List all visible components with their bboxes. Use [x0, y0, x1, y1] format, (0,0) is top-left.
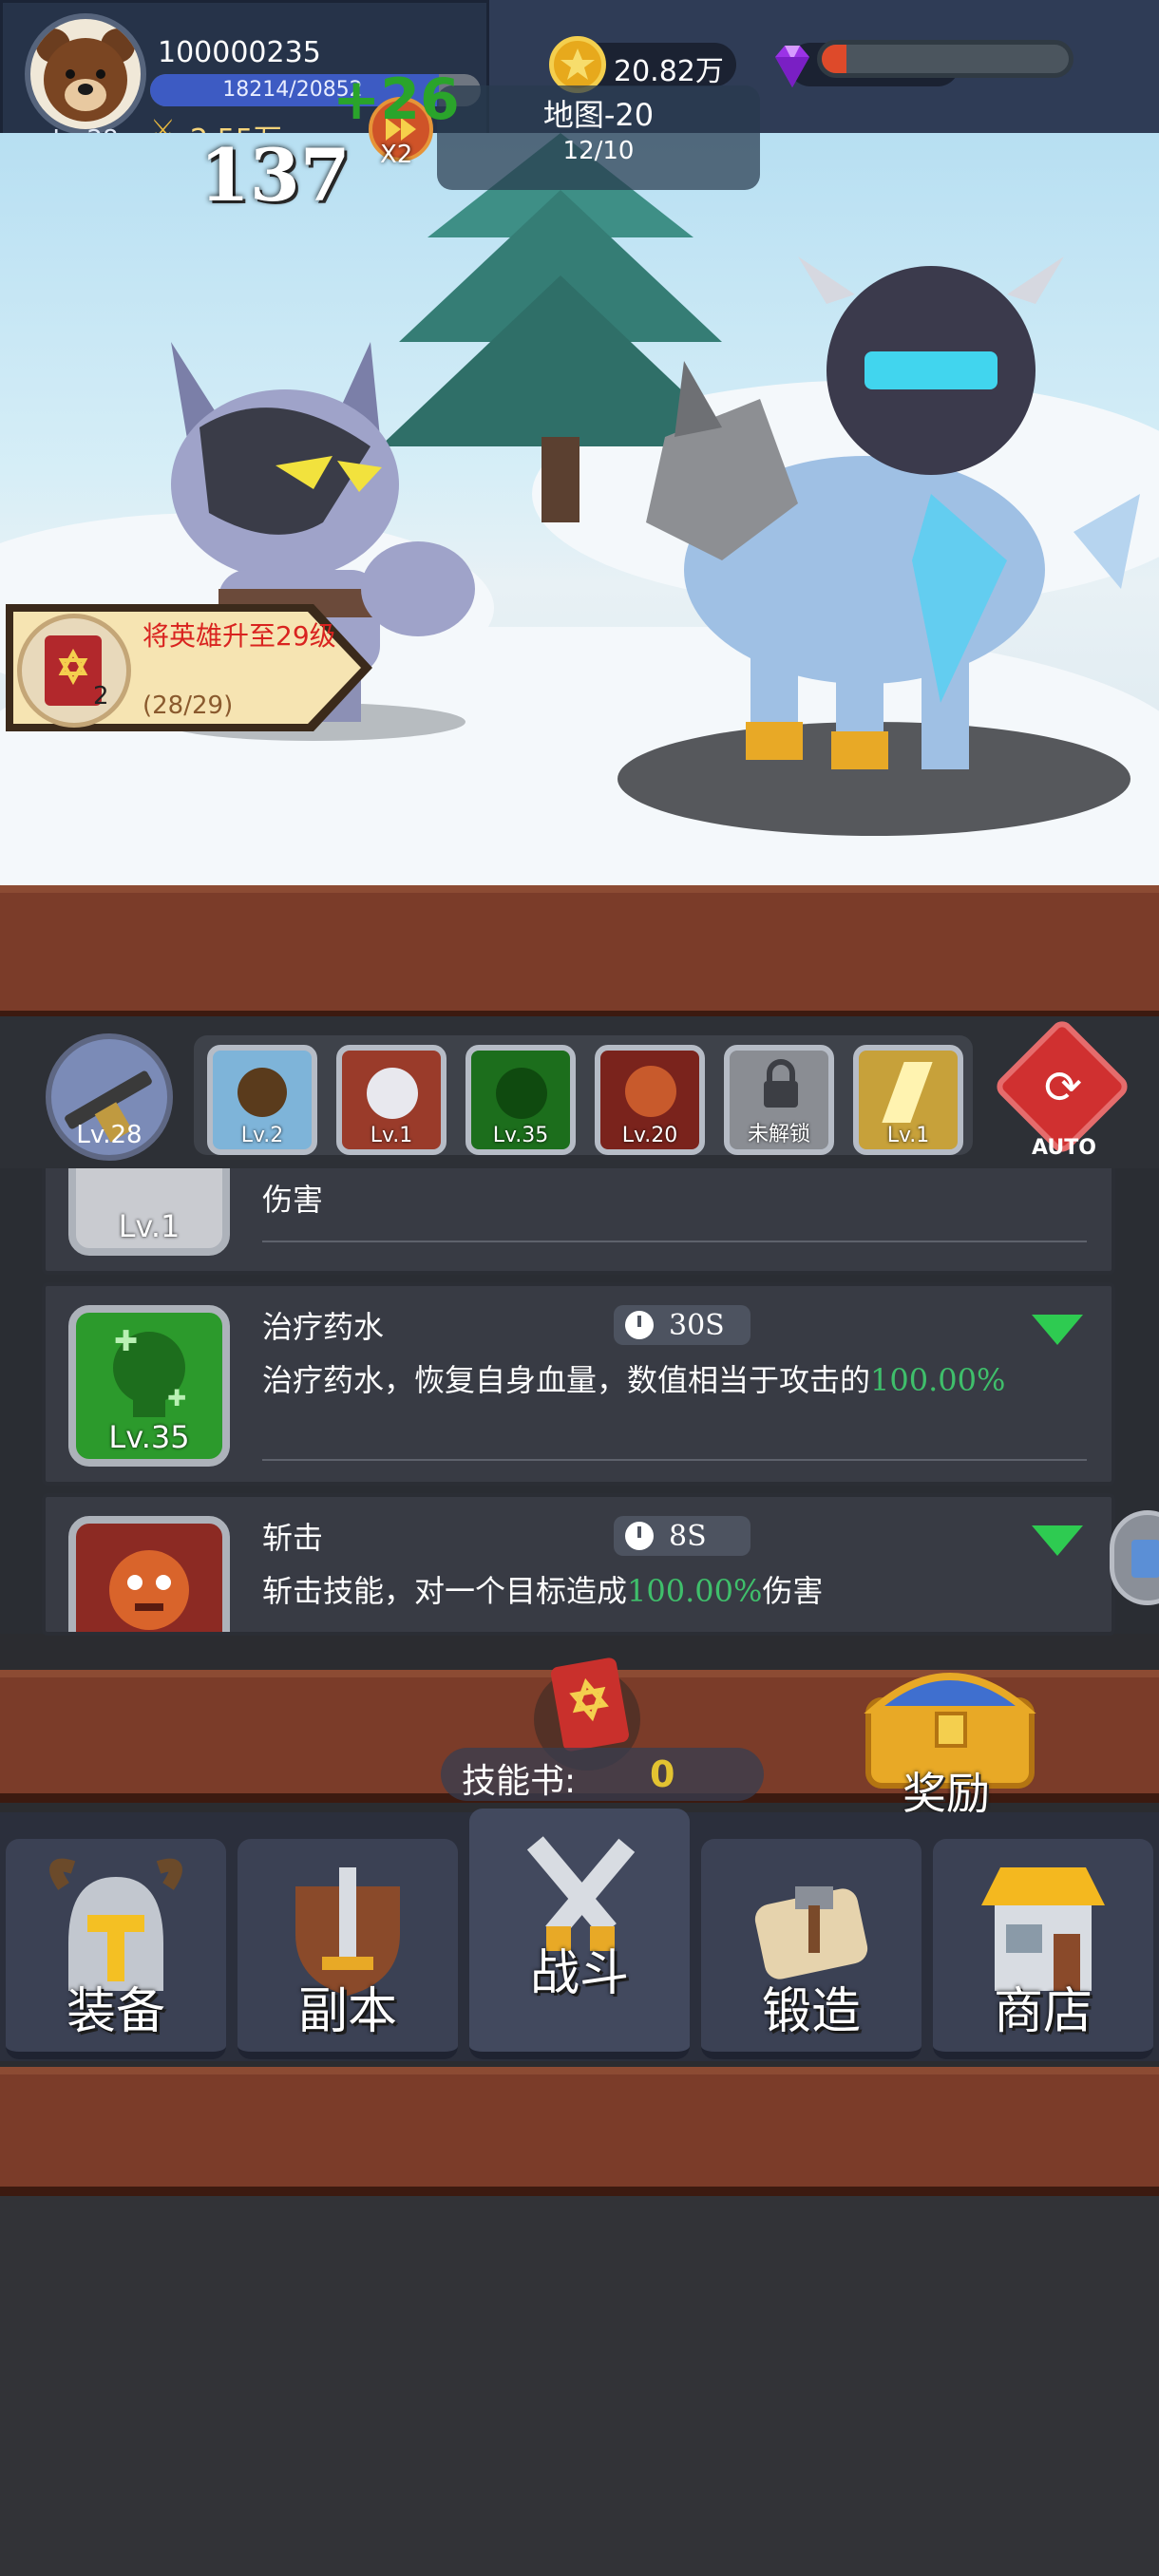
clock-icon	[625, 1522, 654, 1550]
weapon-level: Lv.28	[76, 1121, 142, 1149]
skill-slot-level: Lv.35	[492, 1124, 549, 1147]
heal-potion-icon: ✚ ✚	[113, 1325, 186, 1417]
refresh-icon[interactable]: ⟳	[1036, 1060, 1091, 1115]
skill-book-label: 技能书:	[462, 1762, 577, 1801]
player-id: 100000235	[158, 36, 321, 69]
nav-forge[interactable]: 锻造	[701, 1839, 922, 2059]
skill-card-name: 斩击	[262, 1520, 324, 1556]
skill-card-image: ✚ ✚ Lv.35	[68, 1305, 230, 1467]
player-avatar[interactable]	[25, 13, 146, 135]
quest-text[interactable]: 将英雄升至29级	[142, 617, 352, 655]
heal-potion-icon	[496, 1068, 547, 1119]
gold-amount: 20.82万	[614, 55, 724, 88]
gold-coin-icon	[549, 36, 606, 93]
skill-slot-2[interactable]: Lv.1	[336, 1045, 446, 1155]
skill-card-level: Lv.35	[108, 1419, 190, 1455]
auto-label[interactable]: AUTO	[1026, 1136, 1102, 1160]
slash-creature-icon	[625, 1066, 676, 1117]
skill-cooldown: 8S	[614, 1516, 750, 1556]
quest-book-icon	[17, 614, 131, 728]
bear-avatar-icon	[36, 28, 135, 122]
damage-number: 137	[200, 133, 351, 218]
skill-slot-6[interactable]: Lv.1	[853, 1045, 963, 1155]
skill-cooldown: 30S	[614, 1305, 750, 1345]
skill-slot-5-locked[interactable]: 未解锁	[724, 1045, 834, 1155]
svg-text:✚: ✚	[167, 1385, 186, 1411]
clock-icon	[625, 1311, 654, 1339]
battle-scene	[0, 133, 1159, 885]
nav-label: 战斗	[529, 1945, 629, 2002]
nav-shop[interactable]: 商店	[933, 1839, 1153, 2059]
skill-slot-level: Lv.2	[240, 1124, 284, 1147]
map-title: 地图-20	[542, 97, 655, 133]
skill-card-partial[interactable]: Lv.1 伤害	[42, 1094, 1115, 1275]
skill-slot-3[interactable]: Lv.35	[466, 1045, 576, 1155]
nav-label: 锻造	[761, 1983, 861, 2040]
skill-card-name: 治疗药水	[262, 1309, 385, 1345]
svg-text:✚: ✚	[114, 1325, 138, 1358]
wood-divider	[0, 885, 1159, 1020]
lightning-icon	[882, 1062, 933, 1123]
nav-dungeon[interactable]: 副本	[238, 1839, 458, 2059]
armored-knight-boss	[618, 256, 1140, 836]
expand-triangle-icon[interactable]	[1032, 1525, 1083, 1556]
divider-line	[262, 1459, 1087, 1461]
skill-book-value: 0	[650, 1753, 675, 1795]
quest-progress: (28/29)	[142, 691, 234, 720]
skill-card-desc: 斩击技能，对一个目标造成100.00%伤害	[262, 1567, 823, 1611]
quest-item-count: 2	[93, 682, 109, 710]
skull-icon	[367, 1068, 418, 1119]
skill-desc-value: 100.00%	[870, 1362, 1006, 1398]
skill-slot-level: Lv.20	[621, 1124, 678, 1147]
lock-icon	[764, 1059, 798, 1108]
bottom-empty-area	[0, 2196, 1159, 2576]
skill-slot-level: Lv.1	[370, 1124, 413, 1147]
skill-desc-value: 100.00%	[627, 1573, 763, 1609]
nav-label: 装备	[66, 1983, 165, 2040]
skill-card-level: Lv.1	[118, 1208, 180, 1244]
skill-slot-level: 未解锁	[747, 1123, 810, 1146]
skill-card-desc: 治疗药水，恢复自身血量，数值相当于攻击的100.00%	[262, 1356, 1005, 1400]
skill-desc-text: 伤害	[762, 1573, 824, 1609]
side-float-button[interactable]	[1110, 1510, 1159, 1605]
map-wave-progress: 12/10	[562, 137, 635, 165]
boss-health-bar	[817, 40, 1074, 78]
skill-desc-text: 治疗药水，恢复自身血量，数值相当于攻击的	[262, 1362, 871, 1398]
skill-card-slash[interactable]: 斩击 8S 斩击技能，对一个目标造成100.00%伤害	[42, 1493, 1115, 1636]
skill-slot-1[interactable]: Lv.2	[207, 1045, 317, 1155]
cannon-icon	[238, 1068, 287, 1117]
speed-label[interactable]: X2	[380, 141, 412, 169]
boss-health-fill	[822, 45, 846, 73]
divider-line	[262, 1241, 1087, 1242]
book-icon	[1131, 1540, 1159, 1578]
skill-desc-text: 斩击技能，对一个目标造成	[262, 1573, 628, 1609]
purple-gem-icon	[775, 46, 809, 87]
slash-creature-icon	[109, 1550, 189, 1630]
skill-card-image	[68, 1516, 230, 1632]
skill-card-heal-potion[interactable]: ✚ ✚ Lv.35 治疗药水 30S 治疗药水，恢复自身血量，数值相当于攻击的1…	[42, 1282, 1115, 1486]
nav-label: 副本	[297, 1983, 397, 2040]
nav-label: 商店	[993, 1983, 1092, 2040]
nav-equipment[interactable]: 装备	[6, 1839, 226, 2059]
skill-cooldown-value: 30S	[669, 1309, 725, 1342]
expand-triangle-icon[interactable]	[1032, 1315, 1083, 1345]
nav-battle[interactable]: 战斗	[469, 1809, 690, 2059]
skill-slot-4[interactable]: Lv.20	[595, 1045, 705, 1155]
skill-slot-level: Lv.1	[886, 1124, 930, 1147]
heal-number: +26	[332, 66, 460, 133]
skill-card-desc: 伤害	[262, 1182, 324, 1218]
wood-divider	[0, 2067, 1159, 2196]
skill-cooldown-value: 8S	[669, 1520, 707, 1553]
